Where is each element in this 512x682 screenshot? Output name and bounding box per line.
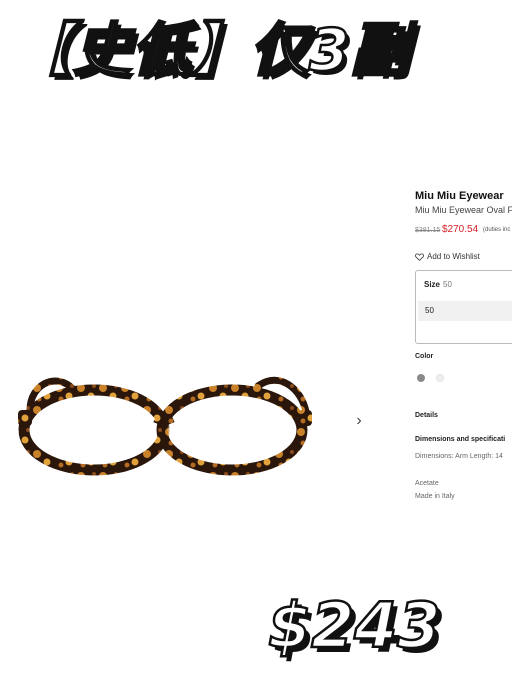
product-title: Miu Miu Eyewear Oval F xyxy=(415,205,512,215)
next-image-arrow-icon[interactable]: › xyxy=(352,412,366,430)
product-image xyxy=(10,360,320,490)
sale-price: $270.54 xyxy=(442,224,479,235)
color-swatch-gray[interactable] xyxy=(417,374,425,382)
dimensions-heading: Dimensions and specificati xyxy=(415,436,506,443)
color-label: Color xyxy=(415,353,434,360)
size-label: Size xyxy=(424,280,441,289)
material-text: Acetate xyxy=(415,480,439,487)
promo-price: $243 xyxy=(267,588,442,664)
color-swatch-white[interactable] xyxy=(436,374,444,382)
wishlist-label: Add to Wishlist xyxy=(427,252,480,261)
add-to-wishlist-button[interactable]: Add to Wishlist xyxy=(415,252,480,261)
size-label-row: Size 50 xyxy=(424,280,452,289)
glasses-illustration xyxy=(18,376,312,476)
details-heading[interactable]: Details xyxy=(415,412,438,419)
promo-headline: 【史低】仅3副 xyxy=(13,15,410,86)
dimensions-text: Dimensions: Arm Length: 14 xyxy=(415,453,503,460)
duties-note: (duties inc xyxy=(483,227,511,233)
product-brand[interactable]: Miu Miu Eyewear xyxy=(415,190,504,202)
origin-text: Made in Italy xyxy=(415,493,455,500)
size-selected-value: 50 xyxy=(443,280,452,289)
original-price: $381.15 xyxy=(415,227,441,234)
size-option[interactable]: 50 xyxy=(418,301,512,321)
heart-icon xyxy=(415,252,424,261)
size-selector[interactable]: Size50 50 ‹ xyxy=(415,270,512,344)
